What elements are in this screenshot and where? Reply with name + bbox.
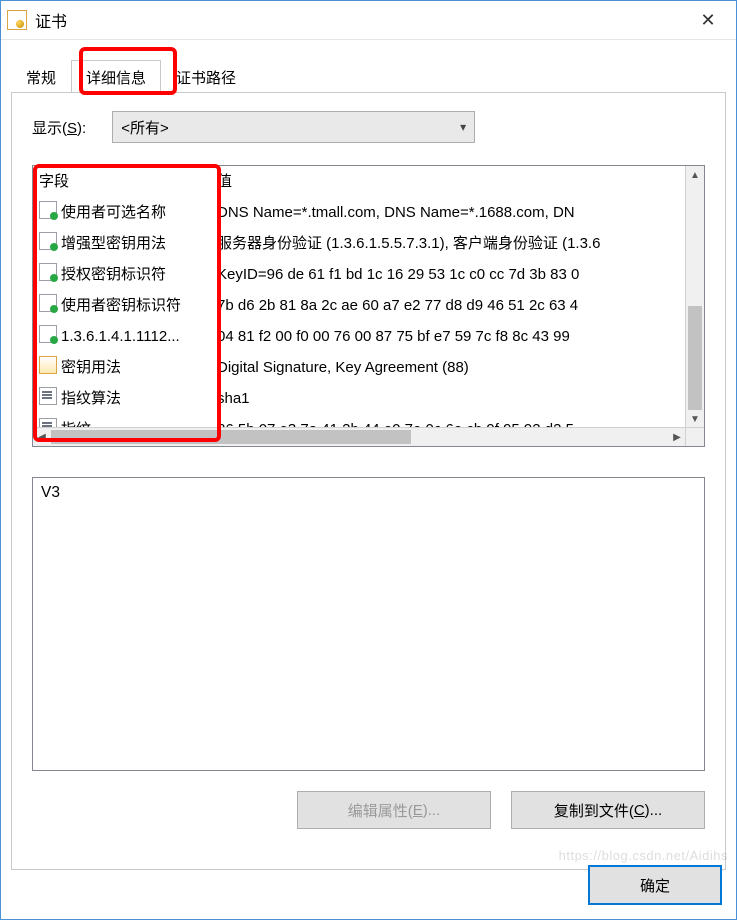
tab-cert-path[interactable]: 证书路径 <box>161 60 251 93</box>
scroll-up-icon[interactable]: ▲ <box>686 166 704 184</box>
list-body: 使用者可选名称 DNS Name=*.tmall.com, DNS Name=*.… <box>33 197 704 446</box>
tab-details[interactable]: 详细信息 <box>71 60 161 93</box>
ext-icon <box>39 294 57 312</box>
tabstrip: 常规 详细信息 证书路径 <box>1 40 736 92</box>
key-icon <box>39 356 57 374</box>
field-value: KeyID=96 de 61 f1 bd 1c 16 29 53 1c c0 c… <box>217 261 698 288</box>
col-header-field[interactable]: 字段 <box>39 170 217 191</box>
show-select[interactable]: <所有> ▾ <box>112 111 475 143</box>
field-value: sha1 <box>217 385 698 412</box>
certificate-dialog: 证书 ✕ 常规 详细信息 证书路径 显示(S): <所有> ▾ 字段 值 使用者… <box>0 0 737 920</box>
ext-icon <box>39 263 57 281</box>
field-name: 授权密钥标识符 <box>61 266 166 283</box>
table-row[interactable]: 授权密钥标识符 KeyID=96 de 61 f1 bd 1c 16 29 53 … <box>33 259 704 290</box>
field-name: 使用者可选名称 <box>61 204 166 221</box>
ok-button[interactable]: 确定 <box>588 865 722 905</box>
scroll-corner <box>685 427 704 446</box>
titlebar: 证书 ✕ <box>1 1 736 40</box>
table-row[interactable]: 密钥用法 Digital Signature, Key Agreement (88… <box>33 352 704 383</box>
doc-icon <box>39 387 57 405</box>
field-name: 密钥用法 <box>61 359 121 376</box>
list-header: 字段 值 <box>33 166 704 197</box>
ext-icon <box>39 232 57 250</box>
col-header-value[interactable]: 值 <box>217 170 698 191</box>
edit-properties-button: 编辑属性(E)... <box>297 791 491 829</box>
field-value: 服务器身份验证 (1.3.6.1.5.5.7.3.1), 客户端身份验证 (1.… <box>217 230 698 257</box>
ext-icon <box>39 201 57 219</box>
chevron-down-icon: ▾ <box>460 120 466 134</box>
table-row[interactable]: 使用者密钥标识符 7b d6 2b 81 8a 2c ae 60 a7 e2 77… <box>33 290 704 321</box>
horizontal-scrollbar[interactable]: ◀ ▶ <box>33 427 704 446</box>
field-value: 04 81 f2 00 f0 00 76 00 87 75 bf e7 59 7… <box>217 323 698 350</box>
field-name: 增强型密钥用法 <box>61 235 166 252</box>
scroll-down-icon[interactable]: ▼ <box>686 410 704 428</box>
tab-general[interactable]: 常规 <box>11 60 71 93</box>
detail-textbox[interactable]: V3 <box>32 477 705 771</box>
field-name: 1.3.6.1.4.1.1112... <box>61 328 180 345</box>
show-select-value: <所有> <box>121 117 169 138</box>
scroll-right-icon[interactable]: ▶ <box>668 428 686 446</box>
button-row: 编辑属性(E)... 复制到文件(C)... <box>32 791 705 829</box>
field-name: 使用者密钥标识符 <box>61 297 181 314</box>
window-title: 证书 <box>35 8 686 32</box>
table-row[interactable]: 1.3.6.1.4.1.1112... 04 81 f2 00 f0 00 76 … <box>33 321 704 352</box>
watermark: https://blog.csdn.net/Aidihs <box>559 848 728 863</box>
show-label: 显示(S): <box>32 117 86 138</box>
scroll-left-icon[interactable]: ◀ <box>33 428 51 446</box>
show-row: 显示(S): <所有> ▾ <box>32 111 705 143</box>
dialog-footer: 确定 <box>588 865 722 905</box>
close-button[interactable]: ✕ <box>686 1 730 39</box>
field-value: DNS Name=*.tmall.com, DNS Name=*.1688.co… <box>217 199 698 226</box>
detail-value: V3 <box>41 484 60 501</box>
fields-listview[interactable]: 字段 值 使用者可选名称 DNS Name=*.tmall.com, DNS Na… <box>32 165 705 447</box>
hscroll-thumb[interactable] <box>51 430 411 444</box>
vertical-scrollbar[interactable]: ▲ ▼ <box>685 166 704 428</box>
field-value: 7b d6 2b 81 8a 2c ae 60 a7 e2 77 d8 d9 4… <box>217 292 698 319</box>
table-row[interactable]: 使用者可选名称 DNS Name=*.tmall.com, DNS Name=*.… <box>33 197 704 228</box>
field-name: 指纹算法 <box>61 390 121 407</box>
ext-icon <box>39 325 57 343</box>
field-value: Digital Signature, Key Agreement (88) <box>217 354 698 381</box>
scroll-thumb[interactable] <box>688 306 702 416</box>
tab-panel-details: 显示(S): <所有> ▾ 字段 值 使用者可选名称 DNS Name=*.tma… <box>11 92 726 870</box>
table-row[interactable]: 增强型密钥用法 服务器身份验证 (1.3.6.1.5.5.7.3.1), 客户端身… <box>33 228 704 259</box>
certificate-icon <box>7 10 27 30</box>
copy-to-file-button[interactable]: 复制到文件(C)... <box>511 791 705 829</box>
table-row[interactable]: 指纹算法 sha1 <box>33 383 704 414</box>
